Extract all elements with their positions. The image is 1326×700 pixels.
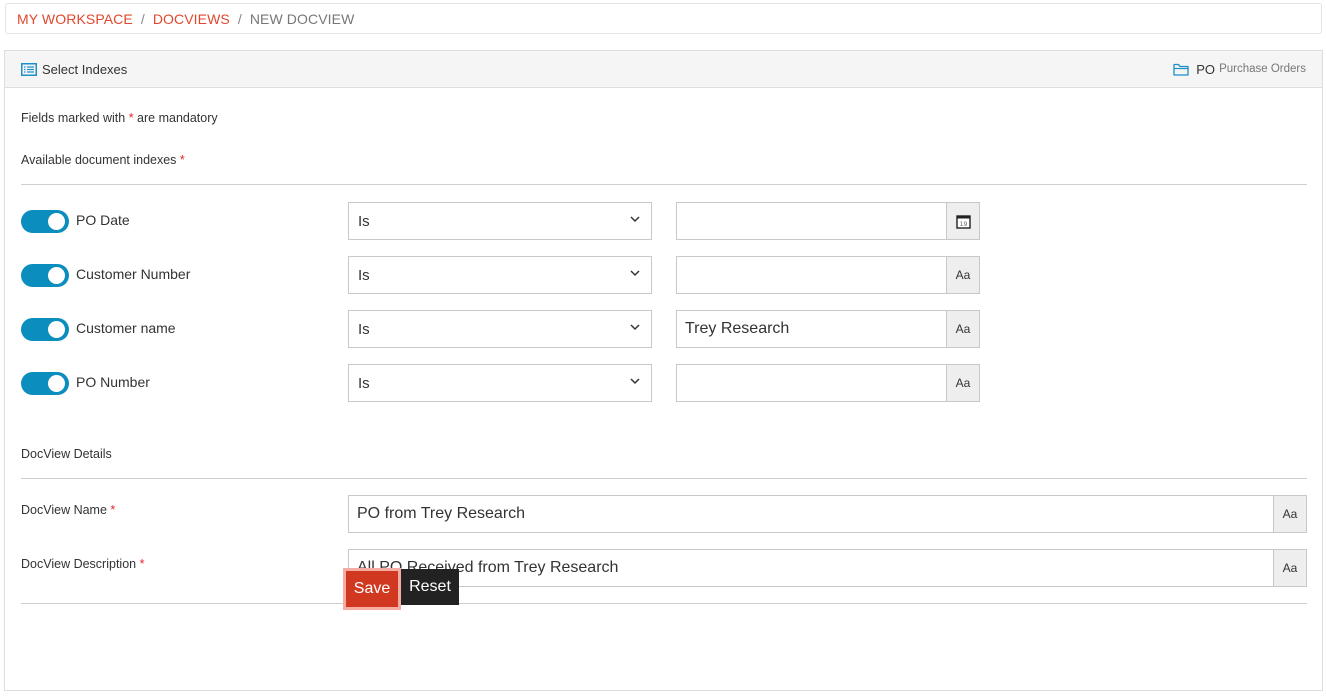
breadcrumb-separator: / — [237, 10, 242, 27]
operator-value: Is — [358, 374, 370, 392]
text-type-icon: Aa — [946, 364, 980, 402]
divider — [21, 184, 1307, 185]
calendar-icon: 19 — [955, 214, 971, 229]
docview-name-input[interactable] — [348, 495, 1273, 533]
calendar-button[interactable]: 19 — [946, 202, 980, 240]
docview-name-label: DocView Name * — [21, 503, 115, 517]
text-type-icon: Aa — [946, 256, 980, 294]
index-row-po-number: PO Number Is Aa — [21, 364, 981, 402]
docview-description-row: DocView Description * Aa — [21, 549, 1307, 587]
operator-select[interactable]: Is — [348, 202, 652, 240]
breadcrumb-docviews[interactable]: DOCVIEWS — [153, 11, 230, 27]
docview-description-input[interactable] — [348, 549, 1273, 587]
list-icon — [21, 62, 37, 76]
reset-button[interactable]: Reset — [401, 569, 459, 605]
divider — [21, 478, 1307, 479]
value-input-group: Aa — [676, 256, 980, 294]
folder-icon — [1173, 63, 1189, 76]
breadcrumb-new-docview: NEW DOCVIEW — [249, 10, 355, 27]
index-value-input[interactable] — [676, 364, 946, 402]
repository-name: Purchase Orders — [1219, 63, 1306, 75]
select-indexes-panel: Select Indexes PO Purchase Orders Fields… — [4, 50, 1323, 691]
indexes-heading-text: Available document indexes — [21, 153, 177, 167]
toggle-knob — [48, 267, 65, 284]
index-toggle[interactable] — [21, 210, 69, 233]
operator-select[interactable]: Is — [348, 256, 652, 294]
operator-select[interactable]: Is — [348, 364, 652, 402]
indexes-heading: Available document indexes * — [21, 153, 185, 167]
index-toggle[interactable] — [21, 318, 69, 341]
operator-value: Is — [358, 212, 370, 230]
repository-code: PO — [1196, 61, 1216, 77]
index-label: Customer name — [76, 320, 176, 336]
operator-value: Is — [358, 266, 370, 284]
index-label: PO Number — [76, 374, 150, 390]
text-type-icon: Aa — [946, 310, 980, 348]
panel-title-text: Select Indexes — [42, 61, 128, 77]
index-value-input[interactable] — [676, 310, 946, 348]
divider — [21, 603, 1307, 604]
index-value-input[interactable] — [676, 202, 946, 240]
toggle-knob — [48, 375, 65, 392]
required-mark: * — [128, 111, 134, 125]
value-input-group: 19 — [676, 202, 980, 240]
required-mark: * — [179, 153, 185, 167]
value-input-group: Aa — [676, 310, 980, 348]
index-toggle[interactable] — [21, 372, 69, 395]
breadcrumb-separator: / — [140, 10, 145, 27]
docview-description-group: Aa — [348, 549, 1307, 587]
required-mark: * — [110, 503, 116, 517]
required-mark: * — [139, 557, 145, 571]
chevron-down-icon — [630, 270, 640, 277]
docview-description-label: DocView Description * — [21, 557, 144, 571]
index-toggle[interactable] — [21, 264, 69, 287]
chevron-down-icon — [630, 324, 640, 331]
mandatory-note: Fields marked with * are mandatory — [21, 111, 218, 125]
chevron-down-icon — [630, 378, 640, 385]
index-value-input[interactable] — [676, 256, 946, 294]
details-heading: DocView Details — [21, 447, 112, 461]
docview-name-row: DocView Name * Aa — [21, 495, 1307, 533]
repository-info: PO Purchase Orders — [1173, 62, 1306, 77]
breadcrumb: MY WORKSPACE / DOCVIEWS / NEW DOCVIEW — [5, 3, 1322, 34]
panel-title: Select Indexes — [21, 62, 127, 77]
panel-header: Select Indexes PO Purchase Orders — [5, 51, 1322, 88]
docview-description-label-text: DocView Description — [21, 557, 137, 571]
index-row-po-date: PO Date Is 19 — [21, 202, 981, 240]
calendar-day: 19 — [959, 221, 967, 228]
save-button[interactable]: Save — [343, 568, 401, 610]
operator-select[interactable]: Is — [348, 310, 652, 348]
mandatory-note-suffix: are mandatory — [137, 111, 218, 125]
toggle-knob — [48, 321, 65, 338]
docview-name-group: Aa — [348, 495, 1307, 533]
toggle-knob — [48, 213, 65, 230]
index-row-customer-name: Customer name Is Aa — [21, 310, 981, 348]
chevron-down-icon — [630, 216, 640, 223]
operator-value: Is — [358, 320, 370, 338]
index-label: PO Date — [76, 212, 130, 228]
text-type-icon: Aa — [1273, 549, 1307, 587]
index-row-customer-number: Customer Number Is Aa — [21, 256, 981, 294]
mandatory-note-prefix: Fields marked with — [21, 111, 126, 125]
index-label: Customer Number — [76, 266, 191, 282]
docview-name-label-text: DocView Name — [21, 503, 107, 517]
value-input-group: Aa — [676, 364, 980, 402]
text-type-icon: Aa — [1273, 495, 1307, 533]
breadcrumb-my-workspace[interactable]: MY WORKSPACE — [17, 11, 133, 27]
